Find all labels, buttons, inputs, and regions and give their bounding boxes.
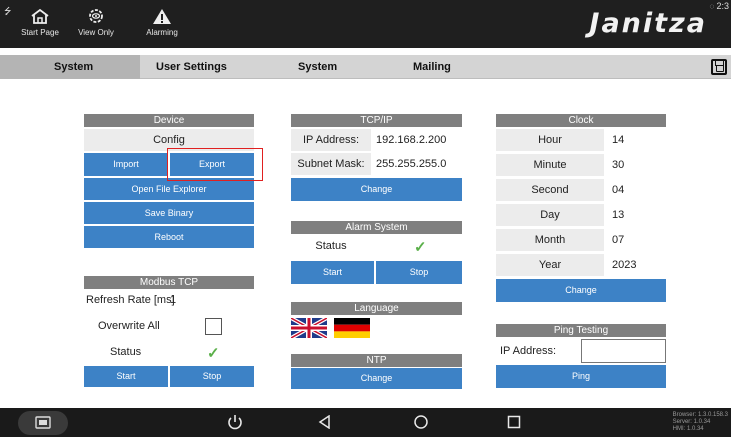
view-only-label: View Only: [78, 28, 114, 37]
clock-day-value[interactable]: 13: [612, 204, 666, 226]
start-page-label: Start Page: [21, 28, 59, 37]
version-hmi: HMI: 1.0.34: [672, 426, 704, 432]
eye-gear-icon: [89, 9, 103, 23]
save-icon[interactable]: [711, 59, 727, 75]
top-bar: ⭍ Start Page View Only Alarming Janitza …: [0, 0, 731, 48]
ip-address-label: IP Address:: [291, 129, 371, 151]
view-only-button[interactable]: View Only: [74, 8, 118, 37]
ping-ip-address-input[interactable]: [581, 339, 666, 363]
alarm-stop-button[interactable]: Stop: [376, 261, 462, 284]
clock-header: Clock: [496, 114, 666, 127]
wifi-icon: ◌: [709, 2, 715, 11]
refresh-rate-value[interactable]: 1: [170, 289, 190, 311]
modbus-header: Modbus TCP: [84, 276, 254, 289]
version-browser: Browser: 1.3.0.158.3: [672, 412, 728, 418]
ping-ip-address-label: IP Address:: [500, 345, 557, 357]
clock-minute-label: Minute: [496, 154, 604, 176]
warning-icon: [153, 9, 171, 24]
refresh-rate-label: Refresh Rate [ms]: [86, 294, 175, 306]
tcpip-header: TCP/IP: [291, 114, 462, 127]
export-highlight: [167, 148, 263, 181]
tab-bar: System User Settings System Mailing: [0, 55, 731, 79]
ping-testing-header: Ping Testing: [496, 324, 666, 337]
clock-hour-label: Hour: [496, 129, 604, 151]
alarm-status-label: Status: [315, 240, 347, 252]
modbus-stop-button[interactable]: Stop: [170, 366, 254, 387]
screenshot-icon: [35, 416, 51, 429]
clock-hour-value[interactable]: 14: [612, 129, 666, 151]
clock-minute-value[interactable]: 30: [612, 154, 666, 176]
alarming-button[interactable]: Alarming: [140, 8, 184, 37]
start-page-button[interactable]: Start Page: [18, 8, 62, 37]
reboot-button[interactable]: Reboot: [84, 226, 254, 248]
clock-change-button[interactable]: Change: [496, 279, 666, 302]
device-header: Device: [84, 114, 254, 127]
tab-mailing[interactable]: Mailing: [400, 55, 500, 79]
language-header: Language: [291, 302, 462, 315]
alarming-label: Alarming: [146, 28, 178, 37]
alarm-status-check-icon: ✓: [414, 239, 427, 256]
clock-second-label: Second: [496, 179, 604, 201]
clock-year-value[interactable]: 2023: [612, 254, 666, 276]
save-binary-button[interactable]: Save Binary: [84, 202, 254, 224]
modbus-start-button[interactable]: Start: [84, 366, 168, 387]
status-bar: ◌ 2:3: [709, 1, 729, 11]
tab-system[interactable]: System: [0, 55, 140, 79]
recent-apps-icon[interactable]: [507, 415, 521, 429]
tab-system-2[interactable]: System: [280, 55, 380, 79]
tcpip-change-button[interactable]: Change: [291, 178, 462, 201]
alarm-system-header: Alarm System: [291, 221, 462, 234]
ip-address-value[interactable]: 192.168.2.200: [376, 129, 462, 151]
open-file-explorer-button[interactable]: Open File Explorer: [84, 178, 254, 200]
ping-button[interactable]: Ping: [496, 365, 666, 388]
home-circle-icon[interactable]: [413, 414, 429, 430]
ntp-header: NTP: [291, 354, 462, 367]
clock-day-label: Day: [496, 204, 604, 226]
import-button[interactable]: Import: [84, 153, 168, 176]
ntp-change-button[interactable]: Change: [291, 368, 462, 389]
modbus-status-label: Status: [110, 346, 142, 358]
version-server: Server: 1.0.34: [672, 419, 711, 425]
clock-month-value[interactable]: 07: [612, 229, 666, 251]
subnet-mask-value[interactable]: 255.255.255.0: [376, 153, 462, 175]
screenshot-button[interactable]: [18, 411, 68, 435]
clock-year-label: Year: [496, 254, 604, 276]
system-clock: 2:3: [716, 1, 729, 11]
uk-flag-icon[interactable]: [291, 318, 327, 338]
android-nav-bar: [0, 408, 731, 437]
germany-flag-icon[interactable]: [334, 318, 370, 338]
home-icon: [31, 8, 49, 24]
janitza-logo: Janitza: [589, 8, 707, 39]
usb-icon: ⭍: [4, 6, 12, 16]
overwrite-all-label: Overwrite All: [98, 320, 160, 332]
clock-month-label: Month: [496, 229, 604, 251]
version-info: Browser: 1.3.0.158.3 Server: 1.0.34 HMI:…: [673, 412, 728, 433]
alarm-start-button[interactable]: Start: [291, 261, 374, 284]
clock-second-value[interactable]: 04: [612, 179, 666, 201]
tab-user-settings[interactable]: User Settings: [140, 55, 280, 79]
overwrite-all-checkbox[interactable]: [205, 318, 222, 335]
power-icon[interactable]: [226, 413, 244, 431]
modbus-status-check-icon: ✓: [207, 345, 220, 362]
subnet-mask-label: Subnet Mask:: [291, 153, 371, 175]
back-icon[interactable]: [318, 415, 332, 429]
